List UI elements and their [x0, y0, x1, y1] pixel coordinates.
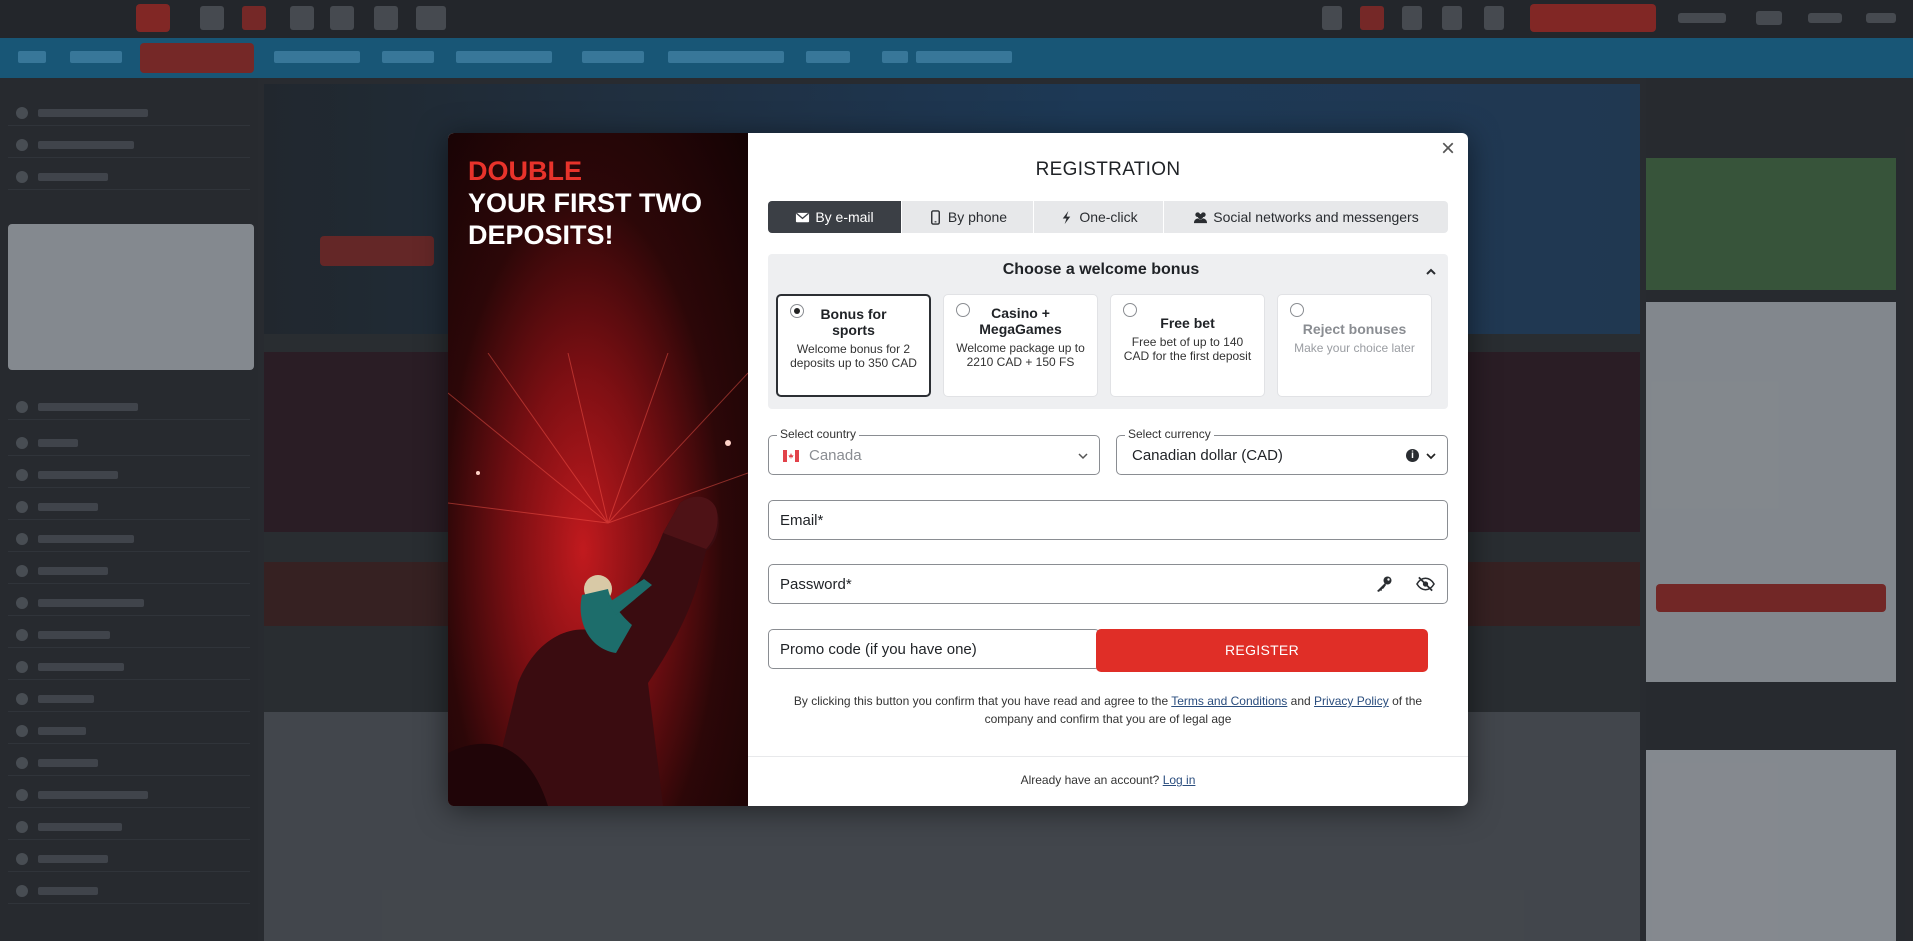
promo-code-field[interactable]: Promo code (if you have one)	[768, 629, 1100, 669]
chevron-up-icon[interactable]	[1424, 265, 1438, 279]
close-icon[interactable]: ×	[1436, 137, 1460, 161]
bonus-option-title: Reject bonuses	[1302, 321, 1407, 337]
tab-social-networks[interactable]: Social networks and messengers	[1164, 201, 1448, 233]
tab-label: One-click	[1079, 209, 1138, 225]
envelope-icon	[796, 212, 810, 222]
promo-headline-text: YOUR FIRST TWO DEPOSITS!	[468, 188, 702, 250]
tab-label: By e-mail	[815, 209, 874, 225]
bonus-option-reject[interactable]: Reject bonuses Make your choice later	[1277, 294, 1432, 397]
log-in-link[interactable]: Log in	[1163, 773, 1196, 787]
country-select-label: Select country	[777, 427, 860, 441]
tab-label: By phone	[947, 209, 1008, 225]
registration-form: REGISTRATION × By e-mail By phone One-cl…	[748, 133, 1468, 806]
password-field[interactable]: Password*	[768, 564, 1448, 604]
eye-slash-icon[interactable]	[1416, 575, 1435, 593]
terms-notice: By clicking this button you confirm that…	[768, 692, 1448, 728]
radio-button[interactable]	[956, 303, 970, 317]
tab-by-phone[interactable]: By phone	[902, 201, 1034, 233]
info-icon[interactable]: i	[1406, 449, 1419, 462]
currency-select[interactable]: Select currency Canadian dollar (CAD) i	[1116, 427, 1448, 475]
bonus-option-description: Welcome bonus for 2 deposits up to 350 C…	[790, 342, 917, 370]
welcome-bonus-section: Choose a welcome bonus Bonus for sports …	[768, 254, 1448, 409]
key-icon[interactable]	[1375, 575, 1393, 593]
tab-one-click[interactable]: One-click	[1034, 201, 1164, 233]
tab-by-email[interactable]: By e-mail	[768, 201, 902, 233]
modal-title: REGISTRATION	[1035, 159, 1181, 180]
promo-panel: DOUBLE YOUR FIRST TWO DEPOSITS!	[448, 133, 748, 806]
radio-button[interactable]	[790, 304, 804, 318]
country-select[interactable]: Select country Canada	[768, 427, 1100, 475]
bonus-option-sports[interactable]: Bonus for sports Welcome bonus for 2 dep…	[776, 294, 931, 397]
phone-icon	[930, 209, 940, 225]
bonus-option-casino[interactable]: Casino + MegaGames Welcome package up to…	[943, 294, 1098, 397]
promo-headline: DOUBLE YOUR FIRST TWO DEPOSITS!	[468, 155, 718, 251]
terms-prefix: By clicking this button you confirm that…	[793, 694, 1169, 708]
registration-modal: DOUBLE YOUR FIRST TWO DEPOSITS! REGISTRA…	[448, 133, 1468, 806]
terms-and-conditions-link[interactable]: Terms and Conditions	[1171, 694, 1287, 708]
terms-and: and	[1290, 694, 1311, 708]
currency-select-label: Select currency	[1125, 427, 1214, 441]
bonus-option-title: Free bet	[1160, 315, 1215, 331]
bonus-option-free-bet[interactable]: Free bet Free bet of up to 140 CAD for t…	[1110, 294, 1265, 397]
users-icon	[1194, 211, 1208, 223]
horse-racing-image	[448, 353, 748, 806]
radio-button[interactable]	[1290, 303, 1304, 317]
divider	[748, 756, 1468, 757]
tab-label: Social networks and messengers	[1213, 209, 1419, 225]
welcome-bonus-heading[interactable]: Choose a welcome bonus	[768, 261, 1434, 279]
promo-headline-accent: DOUBLE	[468, 156, 582, 186]
registration-method-tabs: By e-mail By phone One-click Social netw…	[768, 201, 1448, 233]
country-select-value: Canada	[809, 447, 862, 464]
register-button[interactable]: REGISTER	[1096, 629, 1428, 672]
lightning-icon	[1063, 210, 1071, 224]
currency-select-value: Canadian dollar (CAD)	[1132, 447, 1283, 464]
bonus-option-description: Free bet of up to 140 CAD for the first …	[1123, 335, 1252, 363]
chevron-down-icon	[1426, 453, 1436, 460]
password-placeholder: Password*	[780, 576, 852, 593]
radio-button[interactable]	[1123, 303, 1137, 317]
email-field[interactable]: Email*	[768, 500, 1448, 540]
login-prefix: Already have an account?	[1020, 773, 1160, 787]
login-prompt: Already have an account? Log in	[748, 773, 1468, 787]
bonus-option-description: Make your choice later	[1294, 341, 1415, 355]
promo-code-placeholder: Promo code (if you have one)	[780, 641, 977, 658]
chevron-down-icon	[1078, 453, 1088, 460]
bonus-option-description: Welcome package up to 2210 CAD + 150 FS	[956, 341, 1085, 369]
privacy-policy-link[interactable]: Privacy Policy	[1314, 694, 1389, 708]
canada-flag-icon	[783, 450, 799, 462]
email-placeholder: Email*	[780, 512, 824, 529]
